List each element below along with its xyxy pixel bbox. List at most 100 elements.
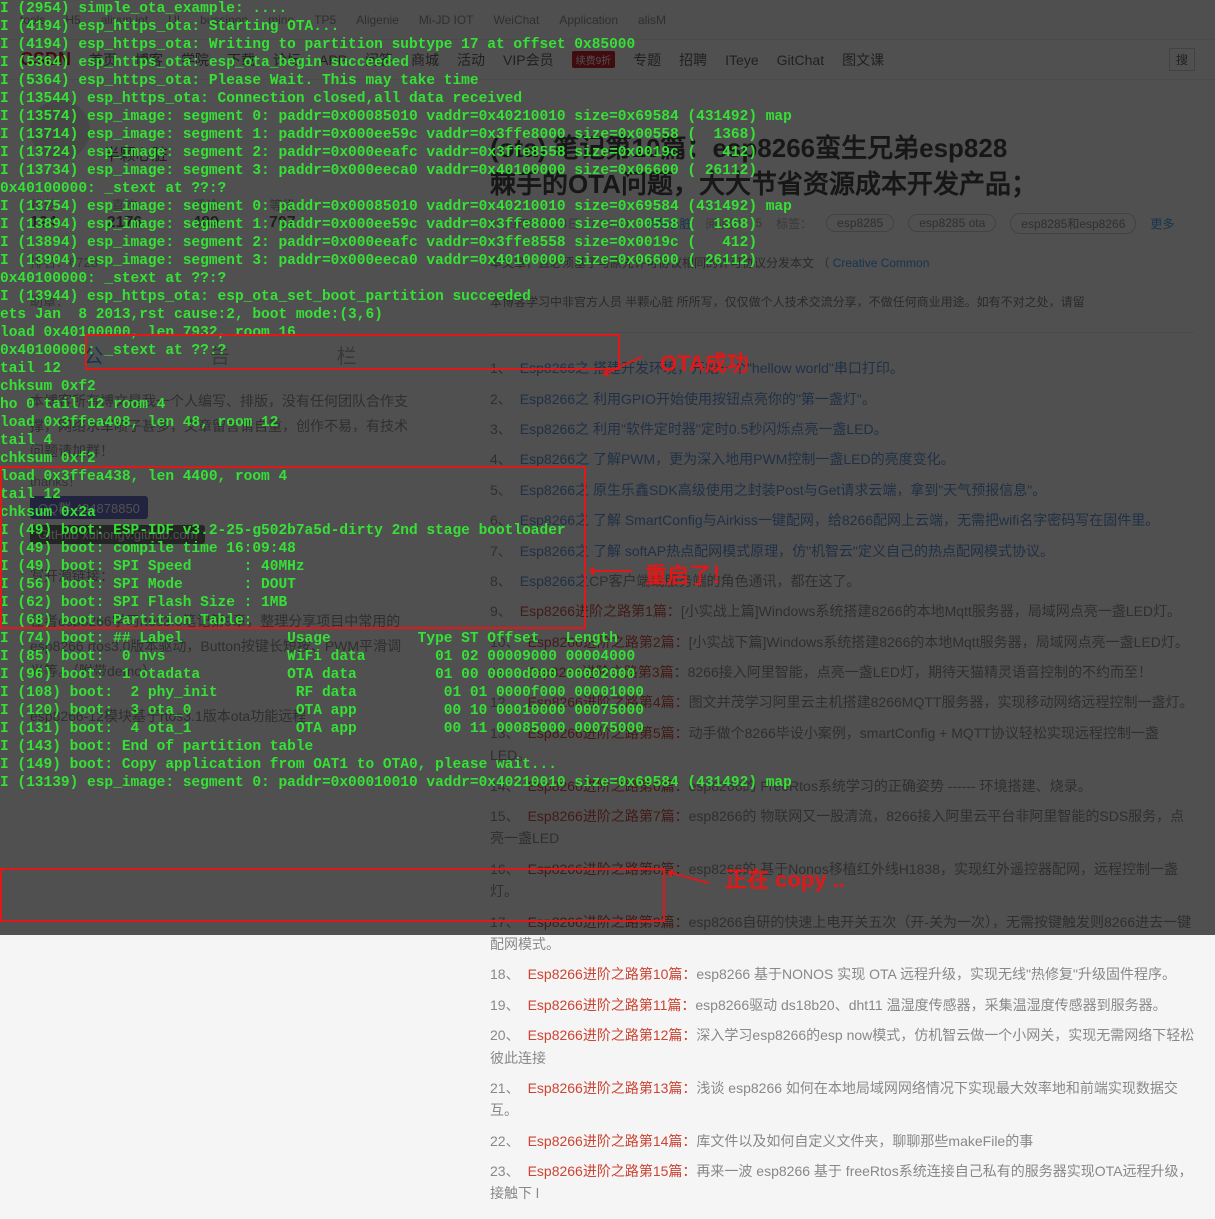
- nav-item[interactable]: GitChat: [777, 52, 824, 68]
- article-link[interactable]: Esp8266之 利用"软件定时器"定时0.5秒闪烁点亮一盏LED。: [520, 421, 888, 437]
- sponsor-label: 助章：: [30, 291, 410, 310]
- side-tab[interactable]: 告: [210, 340, 230, 369]
- article-link[interactable]: Esp8266进阶之路第13篇：: [528, 1080, 697, 1096]
- nav-item[interactable]: ITeye: [725, 52, 758, 68]
- annotation-text-copy: 正在 copy ..: [725, 862, 845, 894]
- side-text: esp8266-12模块基于rtos3.1版本ota功能远程: [30, 704, 410, 729]
- side-tab[interactable]: 公: [83, 340, 103, 369]
- article-link[interactable]: Esp8266进阶之路第10篇：: [528, 966, 697, 982]
- article-link[interactable]: Esp8266进阶之路第3篇：: [527, 664, 688, 680]
- list-item: 21、Esp8266进阶之路第13篇：浅谈 esp8266 如何在本地局域网网络…: [490, 1073, 1195, 1126]
- tab-item[interactable]: WeiChat: [494, 13, 540, 27]
- nav-item[interactable]: APP: [319, 52, 347, 68]
- article-link[interactable]: Esp8266之: [520, 573, 589, 589]
- nav-item[interactable]: 博客: [135, 50, 163, 70]
- logo[interactable]: CSDN: [20, 49, 71, 70]
- annotation-text-ota: OTA成功: [660, 346, 749, 378]
- article-link[interactable]: Esp8266进阶之路第15篇：: [528, 1163, 697, 1179]
- article-date: 2019年07月24日 17:29:44: [490, 215, 629, 232]
- article-link[interactable]: Esp8266进阶之路第6篇：: [528, 778, 689, 794]
- article-link[interactable]: Esp8266之 原生乐鑫SDK高级使用之封装Post与Get请求云端，拿到"天…: [520, 482, 1046, 498]
- article-author[interactable]: 半颗心脏: [643, 215, 691, 232]
- csdn-page-background: tools H5 aliyun iot UI bussinon mine TP5…: [0, 0, 1215, 935]
- rank: 排名：6728: [30, 252, 410, 271]
- article-link[interactable]: Esp8266进阶之路第5篇：: [528, 725, 689, 741]
- nav-item[interactable]: VIP会员: [503, 50, 554, 70]
- reads-value: 5: [755, 216, 762, 230]
- nav-item[interactable]: 首页: [89, 50, 117, 70]
- tag[interactable]: esp8285和esp8266: [1010, 213, 1136, 234]
- license-text: 本文章，且必须基于与原先许可协议相同的许可协议分发本文 （ Creative C…: [490, 254, 1195, 273]
- nav-item[interactable]: 问答: [365, 50, 393, 70]
- article-link[interactable]: Esp8266进阶之路第9篇：: [528, 914, 689, 930]
- nav-item[interactable]: 活动: [457, 50, 485, 70]
- article-link[interactable]: Esp8266之 了解 SmartConfig与Airkiss一键配网，给826…: [520, 512, 1159, 528]
- article-link[interactable]: Esp8266进阶之路第1篇：: [520, 603, 681, 619]
- nav-item[interactable]: 图文课: [842, 50, 884, 70]
- nav-item[interactable]: 下载: [227, 50, 255, 70]
- license-link[interactable]: Creative Common: [833, 256, 930, 270]
- side-tab[interactable]: 栏: [337, 340, 357, 369]
- tab-item[interactable]: H5: [65, 13, 80, 27]
- list-item: 18、Esp8266进阶之路第10篇：esp8266 基于NONOS 实现 OT…: [490, 959, 1195, 989]
- tab-item[interactable]: Mi-JD IOT: [419, 13, 474, 27]
- list-item: 22、Esp8266进阶之路第14篇：库文件以及如何自定义文件夹，聊聊那些mak…: [490, 1126, 1195, 1156]
- article-link[interactable]: Esp8266进阶之路第4篇：: [528, 694, 689, 710]
- side-desc: 本博客所有博文是我一个人编写、排版，没有任何团队合作支撑，网络水军喷子甚多，文章…: [30, 389, 410, 465]
- tab-item[interactable]: Application: [559, 13, 618, 27]
- article-link[interactable]: Esp8266进阶之路第2篇：: [528, 634, 689, 650]
- tab-item[interactable]: Aligenie: [356, 13, 399, 27]
- list-item: 1、Esp8266之 搭建开发环境，开始一个"hellow world"串口打印…: [490, 353, 1195, 383]
- avatar[interactable]: [30, 100, 90, 160]
- nav-item[interactable]: 专题: [633, 50, 661, 70]
- article-link[interactable]: Esp8266之 了解PWM，更为深入地用PWM控制一盏LED的亮度变化。: [520, 451, 955, 467]
- list-item: 5、Esp8266之 原生乐鑫SDK高级使用之封装Post与Get请求云端，拿到…: [490, 475, 1195, 505]
- nav-item[interactable]: 招聘: [679, 50, 707, 70]
- author-name[interactable]: 半颗心脏: [104, 147, 168, 164]
- vip-badge: 续费9折: [572, 51, 616, 68]
- article-meta: 2019年07月24日 17:29:44 半颗心脏 阅读数 5 标签： esp8…: [490, 213, 1195, 234]
- list-item: 9、Esp8266进阶之路第1篇：[小实战上篇]Windows系统搭建8266的…: [490, 596, 1195, 626]
- list-item: 7、Esp8266之 了解 softAP热点配网模式原理，仿"机智云"定义自己的…: [490, 536, 1195, 566]
- annotation-text-restart: 重启了！: [645, 558, 733, 590]
- article-link[interactable]: Esp8266进阶之路第12篇：: [528, 1027, 697, 1043]
- tag[interactable]: esp8285 ota: [908, 214, 996, 232]
- stat-fans: 粉丝 124: [30, 195, 57, 232]
- divider: [490, 332, 1195, 333]
- list-item: 10、Esp8266进阶之路第2篇：[小实战下篇]Windows系统搭建8266…: [490, 627, 1195, 657]
- list-item: 3、Esp8266之 利用"软件定时器"定时0.5秒闪烁点亮一盏LED。: [490, 414, 1195, 444]
- article-link[interactable]: Esp8266之 了解 softAP热点配网模式原理，仿"机智云"定义自己的热点…: [520, 543, 1054, 559]
- list-item: 2、Esp8266之 利用GPIO开始使用按钮点亮你的"第一盏灯"。: [490, 384, 1195, 414]
- tags-label: 标签：: [776, 215, 812, 232]
- list-item: 4、Esp8266之 了解PWM，更为深入地用PWM控制一盏LED的亮度变化。: [490, 444, 1195, 474]
- article-title-2: 棘手的OTA问题，大大节省资源成本开发产品；: [490, 166, 1195, 202]
- tab-item[interactable]: tools: [20, 13, 45, 27]
- nav-item[interactable]: 学院: [181, 50, 209, 70]
- tab-item[interactable]: bussinon: [200, 13, 248, 27]
- site-nav: CSDN 首页 博客 学院 下载 论坛 APP 问答 商城 活动 VIP会员 续…: [0, 40, 1215, 80]
- more-link[interactable]: 更多: [1150, 215, 1174, 232]
- tab-item[interactable]: UI: [168, 13, 180, 27]
- list-item: 6、Esp8266之 了解 SmartConfig与Airkiss一键配网，给8…: [490, 505, 1195, 535]
- article-link[interactable]: Esp8266进阶之路第14篇：: [528, 1133, 697, 1149]
- open-src-label: 写开源链接：: [30, 564, 410, 589]
- tag[interactable]: esp8285: [826, 214, 894, 232]
- nav-item[interactable]: 商城: [411, 50, 439, 70]
- tab-item[interactable]: mine: [268, 13, 294, 27]
- stat-comments: 评论 489: [192, 195, 219, 232]
- tab-item[interactable]: aliyun iot: [101, 13, 148, 27]
- tab-item[interactable]: alisM: [638, 13, 666, 27]
- github-badge[interactable]: GitHub xuhongv.github.com: [30, 525, 205, 544]
- qq-group-badge[interactable]: QQ群 434878850: [30, 496, 148, 519]
- nav-item[interactable]: 论坛: [273, 50, 301, 70]
- article-link[interactable]: Esp8266进阶之路第11篇：: [528, 997, 696, 1013]
- search-input[interactable]: 搜: [1169, 48, 1195, 71]
- article-link[interactable]: Esp8266进阶之路第7篇：: [528, 808, 689, 824]
- tab-item[interactable]: TP5: [314, 13, 336, 27]
- list-item: 20、Esp8266进阶之路第12篇：深入学习esp8266的esp now模式…: [490, 1020, 1195, 1073]
- article-main: (ota) 笔记第10篇：esp8266蛮生兄弟esp828 棘手的OTA问题，…: [470, 120, 1215, 1219]
- browser-tab-bar: tools H5 aliyun iot UI bussinon mine TP5…: [0, 0, 1215, 40]
- thanks-text: thanks！: [30, 471, 410, 490]
- article-link[interactable]: Esp8266之 利用GPIO开始使用按钮点亮你的"第一盏灯"。: [520, 391, 876, 407]
- article-title: (ota) 笔记第10篇：esp8266蛮生兄弟esp828: [490, 130, 1195, 166]
